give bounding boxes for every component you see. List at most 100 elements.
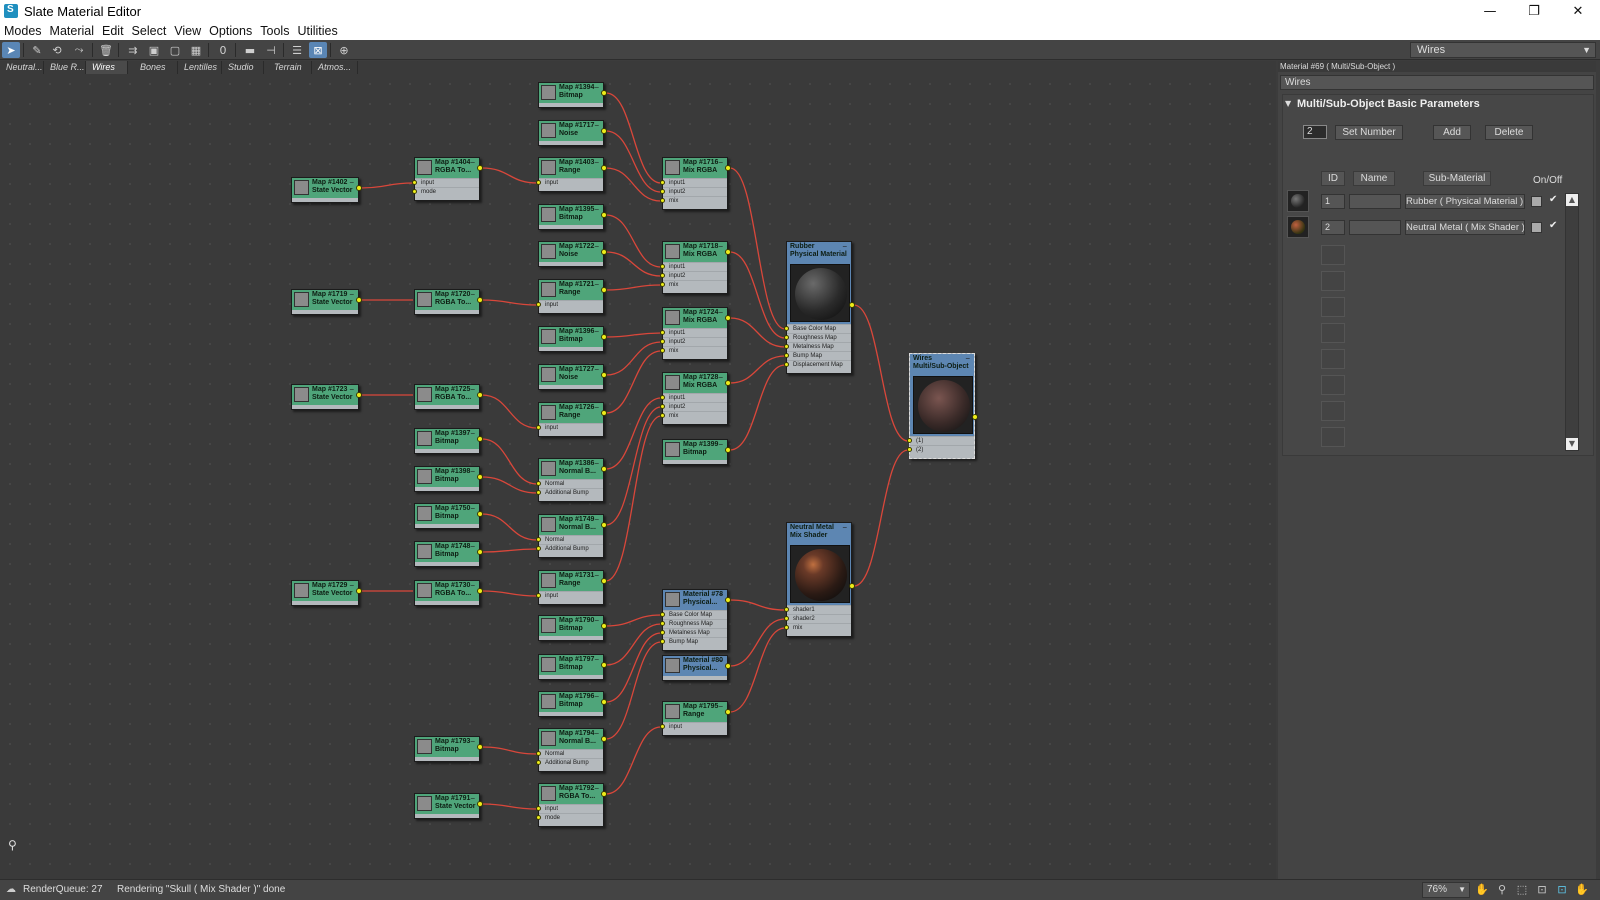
node-input-slot[interactable]: mix — [663, 280, 727, 289]
node-n1724[interactable]: Map #1724 Mix RGBA − input1 input2 mix — [660, 307, 731, 360]
node-view-canvas[interactable]: ⚲ Map #1394 Bitmap − Map #1717 Noise − Map #14… — [0, 74, 1276, 879]
pan-hand-icon[interactable]: ✋ — [1474, 883, 1490, 897]
collapse-icon[interactable]: − — [594, 280, 599, 289]
collapse-icon[interactable]: − — [718, 158, 723, 167]
close-button[interactable]: ✕ — [1556, 0, 1600, 22]
output-socket[interactable] — [849, 583, 855, 589]
wire-n1399-to-rubber[interactable] — [729, 364, 786, 451]
output-socket[interactable] — [601, 466, 607, 472]
collapse-icon[interactable]: − — [594, 729, 599, 738]
collapse-icon[interactable]: − — [470, 467, 475, 476]
output-socket[interactable] — [725, 315, 731, 321]
collapse-icon[interactable]: − — [470, 504, 475, 513]
node-header[interactable]: Map #1750 Bitmap − — [415, 504, 479, 524]
collapse-icon[interactable]: − — [594, 242, 599, 251]
node-input-slot[interactable]: Metalness Map — [787, 342, 851, 351]
output-socket[interactable] — [601, 736, 607, 742]
node-n1748[interactable]: Map #1748 Bitmap − — [414, 541, 483, 567]
input-socket[interactable] — [660, 724, 665, 729]
input-socket[interactable] — [660, 180, 665, 185]
input-socket[interactable] — [660, 348, 665, 353]
output-socket[interactable] — [601, 90, 607, 96]
navigator-icon[interactable]: ⊠ — [309, 42, 327, 58]
wire-n1730-to-n1731[interactable] — [481, 590, 538, 597]
collapse-icon[interactable]: − — [349, 581, 354, 590]
node-input-slot[interactable]: input1 — [663, 393, 727, 402]
node-n1402[interactable]: Map #1402 State Vector − — [291, 177, 362, 203]
node-input-slot[interactable]: Additional Bump — [539, 758, 603, 767]
node-input-slot[interactable]: Metalness Map — [663, 628, 727, 637]
collapse-icon[interactable]: − — [842, 242, 847, 251]
tab-wires[interactable]: Wires — [86, 61, 128, 74]
zoom-dropdown[interactable]: 76% ▼ — [1422, 882, 1470, 898]
put-material-icon[interactable]: ⟲ — [48, 42, 66, 58]
node-header[interactable]: Map #1718 Mix RGBA − — [663, 242, 727, 262]
node-input-slot[interactable]: input — [539, 300, 603, 309]
node-input-slot[interactable]: mode — [415, 187, 479, 196]
node-header[interactable]: Map #1386 Normal B... − — [539, 459, 603, 479]
input-socket[interactable] — [536, 537, 541, 542]
wire-n1398-to-n1386[interactable] — [481, 476, 538, 494]
collapse-icon[interactable]: − — [470, 542, 475, 551]
input-socket[interactable] — [536, 180, 541, 185]
collapse-icon[interactable]: − — [718, 440, 723, 449]
sub-material-button[interactable]: Neutral Metal ( Mix Shader ) — [1405, 220, 1525, 235]
node-n1797[interactable]: Map #1797 Bitmap − — [538, 654, 607, 680]
collapse-icon[interactable]: − — [594, 158, 599, 167]
node-n1396[interactable]: Map #1396 Bitmap − — [538, 326, 607, 352]
sub-material-thumbnail[interactable] — [1287, 216, 1309, 238]
collapse-icon[interactable]: − — [842, 523, 847, 532]
node-input-slot[interactable]: input1 — [663, 178, 727, 187]
node-header[interactable]: Map #1791 State Vector − — [415, 794, 479, 814]
wire-n1731-to-n1728[interactable] — [605, 415, 662, 582]
node-input-slot[interactable]: Normal — [539, 479, 603, 488]
node-n1725[interactable]: Map #1725 RGBA To... − — [414, 384, 483, 410]
material-name-field[interactable]: Wires — [1280, 75, 1594, 90]
wire-n1790-to-m78[interactable] — [605, 614, 662, 627]
output-socket[interactable] — [477, 474, 483, 480]
node-header[interactable]: Map #1796 Bitmap − — [539, 692, 603, 712]
node-header[interactable]: Map #1728 Mix RGBA − — [663, 373, 727, 393]
collapse-icon[interactable]: − — [718, 702, 723, 711]
zoom-extents-selected-icon[interactable]: ⊡ — [1554, 883, 1570, 897]
node-n1790[interactable]: Map #1790 Bitmap − — [538, 615, 607, 641]
collapse-icon[interactable]: − — [349, 290, 354, 299]
set-number-input[interactable]: 2 — [1303, 125, 1327, 139]
node-header[interactable]: Map #1399 Bitmap − — [663, 440, 727, 460]
node-n1731[interactable]: Map #1731 Range − input — [536, 570, 607, 605]
node-header[interactable]: Map #1402 State Vector − — [292, 178, 358, 198]
node-input-slot[interactable]: mix — [663, 196, 727, 205]
scroll-down-icon[interactable]: ▼ — [1566, 438, 1578, 450]
input-socket[interactable] — [536, 425, 541, 430]
collapse-icon[interactable]: − — [594, 515, 599, 524]
menu-utilities[interactable]: Utilities — [297, 24, 337, 38]
wire-rubber-to-wires[interactable] — [853, 304, 909, 442]
input-socket[interactable] — [536, 815, 541, 820]
output-socket[interactable] — [601, 699, 607, 705]
node-header[interactable]: Wires Multi/Sub-Object − — [910, 354, 974, 436]
tab-atmos[interactable]: Atmos... — [312, 61, 358, 74]
wire-n1722-to-n1718[interactable] — [605, 251, 662, 277]
node-input-slot[interactable]: Roughness Map — [787, 333, 851, 342]
wire-n1721-to-n1718[interactable] — [605, 284, 662, 291]
node-n1728[interactable]: Map #1728 Mix RGBA − input1 input2 mix — [660, 372, 731, 425]
node-input-slot[interactable]: input — [415, 178, 479, 187]
output-socket[interactable] — [356, 185, 362, 191]
node-input-slot[interactable]: input2 — [663, 337, 727, 346]
node-n1720[interactable]: Map #1720 RGBA To... − — [414, 289, 483, 315]
output-socket[interactable] — [601, 372, 607, 378]
node-input-slot[interactable]: input1 — [663, 262, 727, 271]
menu-material[interactable]: Material — [50, 24, 94, 38]
node-n1729[interactable]: Map #1729 State Vector − — [291, 580, 362, 606]
output-socket[interactable] — [601, 249, 607, 255]
input-socket[interactable] — [536, 481, 541, 486]
sub-material-id[interactable]: 1 — [1321, 194, 1345, 209]
tab-blue-r[interactable]: Blue R... — [44, 61, 86, 74]
node-header[interactable]: Neutral Metal Mix Shader − — [787, 523, 851, 605]
node-n1723[interactable]: Map #1723 State Vector − — [291, 384, 362, 410]
output-socket[interactable] — [849, 302, 855, 308]
sub-material-thumbnail[interactable] — [1287, 190, 1309, 212]
sub-material-scrollbar[interactable]: ▲ ▼ — [1565, 193, 1579, 451]
collapse-icon[interactable]: − — [470, 158, 475, 167]
node-header[interactable]: Map #1749 Normal B... − — [539, 515, 603, 535]
